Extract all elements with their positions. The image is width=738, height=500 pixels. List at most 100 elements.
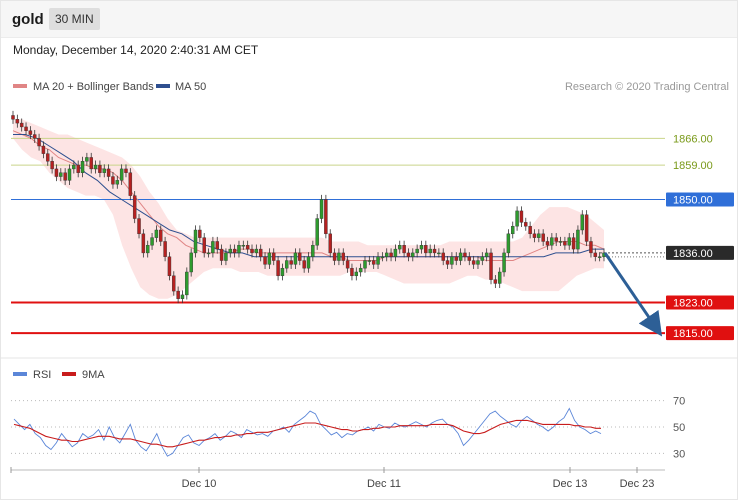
- candle-body: [341, 252, 345, 261]
- candle-body: [211, 241, 215, 254]
- candle-body: [237, 245, 241, 254]
- candle-body: [528, 225, 532, 235]
- candle-body: [276, 260, 280, 277]
- candle-body: [167, 256, 172, 277]
- candle-body: [576, 229, 580, 250]
- forecast-arrow: [603, 252, 663, 337]
- candle-body: [67, 168, 72, 181]
- candle-body: [402, 245, 406, 254]
- candle-body: [198, 229, 202, 238]
- rsi-line: [13, 407, 602, 457]
- ma20-legend-swatch: [13, 84, 27, 88]
- candle-body: [241, 245, 246, 247]
- candle-body: [384, 252, 389, 257]
- candle-body: [54, 168, 59, 177]
- candle-body: [50, 161, 54, 170]
- candle-body: [202, 237, 206, 254]
- candle-body: [189, 252, 193, 273]
- candle-body: [428, 248, 432, 254]
- candle-body: [250, 248, 254, 254]
- credit-text: Research © 2020 Trading Central: [565, 81, 729, 93]
- level-label: 1850.00: [673, 194, 713, 206]
- candle-body: [289, 260, 293, 265]
- candle-body: [389, 252, 393, 257]
- candle-body: [450, 256, 454, 265]
- candle-body: [350, 267, 354, 277]
- candle-body: [302, 260, 306, 269]
- candle-body: [367, 260, 372, 262]
- candle-body: [263, 256, 267, 265]
- candle-body: [415, 248, 419, 254]
- candle-body: [567, 237, 571, 246]
- chart-canvas: 1866.00 1859.00 1850.00 1836.00 1823.00 1815.…: [0, 81, 738, 490]
- candle-body: [371, 260, 376, 265]
- candle-body: [515, 210, 519, 227]
- candle-body: [571, 237, 576, 250]
- candle-body: [311, 245, 315, 257]
- x-tick-label: Dec 13: [553, 478, 588, 490]
- candle-body: [315, 218, 319, 246]
- candle-body: [93, 164, 98, 170]
- candle-body: [37, 138, 41, 147]
- candle-body: [258, 248, 263, 257]
- candle-body: [154, 229, 159, 238]
- level-label: 1815.00: [673, 328, 713, 340]
- candle-body: [497, 271, 502, 284]
- candle-body: [172, 275, 176, 292]
- candle-body: [506, 233, 511, 254]
- candle-body: [219, 248, 224, 261]
- candle-body: [541, 233, 545, 242]
- level-label: 1859.00: [673, 160, 713, 172]
- candle-body: [306, 256, 311, 269]
- candle-body: [524, 222, 528, 227]
- rsi-panel: 70 50 30 Dec 10 Dec 11 Dec 13 Dec 23: [10, 396, 685, 490]
- candle-body: [163, 241, 167, 257]
- candle-body: [445, 260, 450, 265]
- candle-body: [363, 260, 367, 269]
- candle-body: [19, 122, 24, 128]
- ma9-legend-swatch: [62, 372, 76, 376]
- candle-body: [580, 214, 584, 231]
- candle-body: [272, 252, 276, 261]
- candle-body: [437, 252, 441, 255]
- candle-body: [141, 233, 146, 254]
- candle-body: [589, 241, 593, 254]
- candle-body: [458, 252, 463, 261]
- candle-body: [563, 241, 567, 246]
- candle-body: [406, 252, 411, 257]
- candle-body: [98, 164, 102, 173]
- rsi-tick-label: 70: [673, 396, 685, 408]
- rsi-tick-label: 30: [673, 448, 685, 460]
- candle-body: [463, 252, 467, 257]
- candle-body: [106, 168, 111, 177]
- candle-body: [85, 157, 89, 162]
- candle-body: [280, 267, 285, 277]
- candle-body: [519, 210, 524, 223]
- candle-body: [245, 245, 250, 250]
- rsi-legend-label: RSI: [33, 369, 51, 381]
- candle-body: [550, 237, 554, 246]
- candle-body: [424, 245, 428, 254]
- rsi-ma-line: [13, 419, 601, 448]
- candle-body: [354, 271, 359, 277]
- candle-body: [285, 260, 289, 269]
- candle-body: [398, 245, 402, 250]
- level-label: 1836.00: [673, 248, 713, 260]
- ma50-legend-label: MA 50: [175, 81, 206, 93]
- rsi-tick-label: 50: [673, 422, 685, 434]
- candle-body: [358, 267, 363, 273]
- candle-body: [111, 176, 115, 185]
- candle-body: [432, 248, 437, 254]
- candle-body: [59, 172, 63, 177]
- candle-body: [476, 260, 480, 265]
- candle-body: [76, 164, 80, 173]
- candle-body: [554, 237, 558, 242]
- price-panel: 1866.00 1859.00 1850.00 1836.00 1823.00 1815.…: [0, 110, 738, 359]
- candle-body: [15, 119, 20, 124]
- candle-body: [493, 279, 498, 284]
- candle-body: [267, 252, 272, 265]
- ma9-legend-label: 9MA: [82, 369, 105, 381]
- candle-body: [115, 180, 120, 185]
- candle-body: [11, 115, 15, 120]
- candle-body: [376, 256, 380, 265]
